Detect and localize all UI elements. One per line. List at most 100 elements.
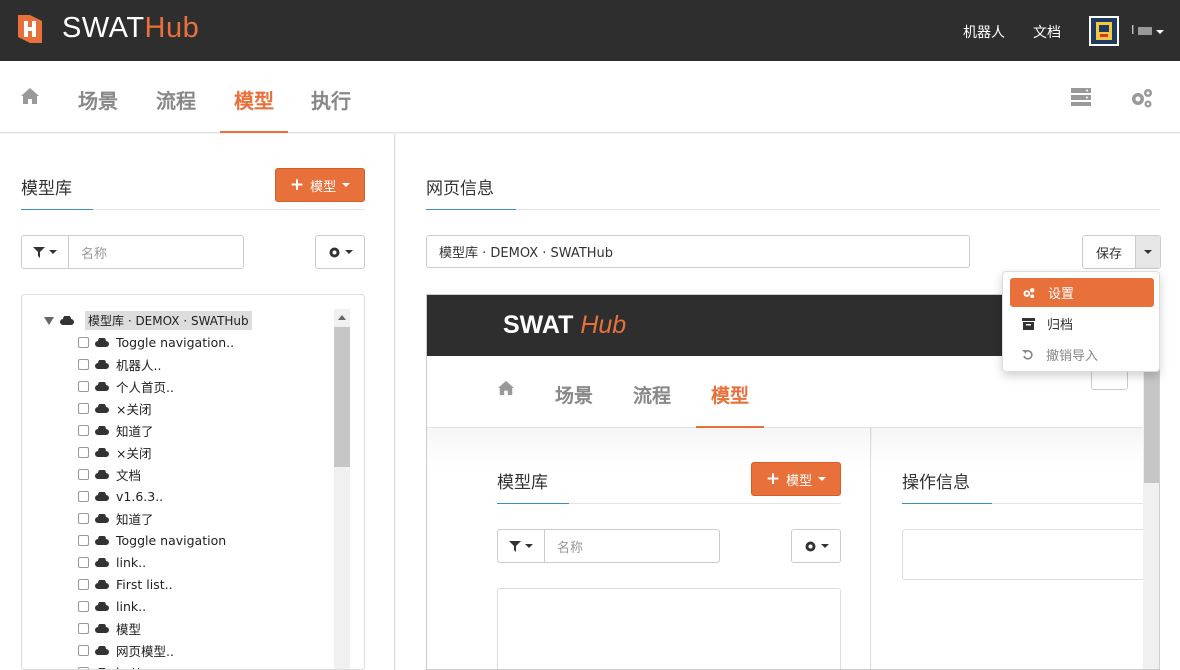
- tree-item[interactable]: 个人首页..: [78, 377, 174, 395]
- preview-logo: SWAT Hub: [503, 311, 627, 339]
- preview-left-panel: 模型库 + 模型 名称: [427, 428, 871, 669]
- tab-model[interactable]: 模型: [234, 85, 274, 114]
- tab-flow[interactable]: 流程: [156, 85, 196, 114]
- nav-link-robot[interactable]: 机器人: [963, 22, 1005, 42]
- checkbox[interactable]: [78, 622, 89, 634]
- tree-scrollbar[interactable]: [334, 309, 350, 669]
- cloud-icon: [95, 337, 109, 347]
- plus-icon: +: [765, 469, 781, 489]
- preview-tab-scene[interactable]: 场景: [555, 381, 593, 408]
- nav-link-docs[interactable]: 文档: [1033, 22, 1061, 42]
- checkbox[interactable]: [78, 512, 89, 524]
- save-dropdown-toggle[interactable]: [1136, 236, 1160, 268]
- tab-execute[interactable]: 执行: [311, 85, 351, 114]
- tree-item[interactable]: 知道了: [78, 509, 154, 527]
- tree-item[interactable]: butt...: [78, 663, 154, 670]
- tree-item-label: butt...: [116, 665, 154, 670]
- checkbox[interactable]: [78, 358, 89, 370]
- tree-item[interactable]: Toggle navigation: [78, 531, 226, 549]
- cloud-icon: [95, 403, 109, 413]
- tree-item[interactable]: link..: [78, 553, 146, 571]
- swathub-logo-icon[interactable]: [14, 13, 46, 45]
- tree-item[interactable]: Toggle navigation..: [78, 333, 234, 351]
- preview-scrollbar[interactable]: [1143, 356, 1159, 669]
- chevron-down-icon: [525, 544, 533, 548]
- checkbox[interactable]: [78, 380, 89, 392]
- checkbox[interactable]: [78, 402, 89, 414]
- user-menu[interactable]: I: [1131, 23, 1165, 37]
- checkbox[interactable]: [78, 600, 89, 612]
- preview-settings-button[interactable]: [791, 529, 841, 563]
- model-tree: 模型库 · DEMOX · SWATHub Toggle navigation.…: [21, 294, 365, 670]
- filter-button[interactable]: [21, 235, 69, 269]
- cloud-icon: [95, 469, 109, 479]
- model-library-panel: 模型库 + 模型 名称 模型库 · DEMOX · SWATHub Toggle…: [0, 134, 395, 670]
- preview-tab-flow[interactable]: 流程: [633, 381, 671, 408]
- expand-icon[interactable]: [44, 316, 54, 325]
- tree-item[interactable]: 网页模型..: [78, 641, 174, 659]
- checkbox[interactable]: [78, 644, 89, 656]
- menu-item-settings[interactable]: 设置: [1010, 278, 1154, 307]
- checkbox[interactable]: [78, 446, 89, 458]
- tree-item[interactable]: ×关闭: [78, 399, 151, 417]
- undo-icon: [1022, 349, 1033, 360]
- section-tabs: 场景 流程 模型 执行: [0, 61, 1180, 133]
- checkbox[interactable]: [78, 424, 89, 436]
- menu-item-archive[interactable]: 归档: [1010, 309, 1154, 338]
- add-model-button[interactable]: + 模型: [275, 168, 365, 202]
- checkbox[interactable]: [78, 468, 89, 480]
- preview-add-model-button[interactable]: + 模型: [751, 462, 841, 496]
- server-icon[interactable]: [1070, 87, 1092, 107]
- save-button[interactable]: 保存: [1083, 236, 1136, 268]
- menu-item-undo-import-label: 撤销导入: [1046, 349, 1099, 364]
- checkbox[interactable]: [78, 336, 89, 348]
- tree-item[interactable]: link..: [78, 597, 146, 615]
- tree-item[interactable]: 模型: [78, 619, 141, 637]
- checkbox[interactable]: [78, 666, 89, 669]
- chevron-down-icon: [1156, 30, 1165, 34]
- checkbox[interactable]: [78, 534, 89, 546]
- menu-item-undo-import[interactable]: 撤销导入: [1010, 340, 1154, 369]
- search-input[interactable]: 名称: [68, 235, 244, 269]
- gears-icon[interactable]: [1130, 87, 1154, 109]
- checkbox[interactable]: [78, 578, 89, 590]
- tree-item-label: link..: [116, 598, 147, 614]
- active-tab-indicator: [220, 131, 288, 133]
- cloud-icon: [95, 601, 109, 611]
- tree-item-label: Toggle navigation..: [116, 334, 235, 350]
- app-logo-text[interactable]: SWATHub: [62, 12, 199, 45]
- tree-item[interactable]: 机器人..: [78, 355, 161, 373]
- chevron-down-icon: [342, 183, 351, 187]
- home-icon[interactable]: [497, 380, 515, 396]
- filter-icon: [509, 540, 521, 552]
- avatar[interactable]: [1089, 16, 1119, 46]
- checkbox[interactable]: [78, 490, 89, 502]
- tree-root-label: 模型库 · DEMOX · SWATHub: [85, 311, 252, 330]
- cloud-icon: [95, 557, 109, 567]
- filter-icon: [33, 246, 45, 258]
- preview-right-panel: 操作信息: [872, 428, 1159, 669]
- add-model-label: 模型: [310, 179, 337, 195]
- checkbox[interactable]: [78, 556, 89, 568]
- tree-item-label: 文档: [116, 467, 142, 483]
- tree-item-label: 机器人..: [116, 357, 162, 373]
- tree-item[interactable]: 知道了: [78, 421, 154, 439]
- tree-item[interactable]: 文档: [78, 465, 141, 483]
- tree-item[interactable]: ×关闭: [78, 443, 151, 461]
- page-name-input[interactable]: 模型库 · DEMOX · SWATHub: [426, 235, 970, 268]
- preview-small-button[interactable]: [1091, 370, 1128, 390]
- preview-search-input[interactable]: 名称: [544, 529, 720, 563]
- gear-icon: [329, 247, 339, 257]
- preview-tab-model[interactable]: 模型: [711, 381, 749, 408]
- cloud-icon: [95, 381, 109, 391]
- home-icon[interactable]: [20, 87, 40, 105]
- cloud-icon: [95, 579, 109, 589]
- settings-dropdown-button[interactable]: [315, 235, 365, 269]
- tree-item[interactable]: v1.6.3..: [78, 487, 163, 505]
- tree-item-label: v1.6.3..: [116, 488, 164, 504]
- tab-scene[interactable]: 场景: [78, 85, 118, 114]
- archive-icon: [1022, 317, 1035, 330]
- preview-filter-button[interactable]: [497, 529, 545, 563]
- tree-root-node[interactable]: 模型库 · DEMOX · SWATHub: [44, 311, 252, 330]
- tree-item[interactable]: First list..: [78, 575, 173, 593]
